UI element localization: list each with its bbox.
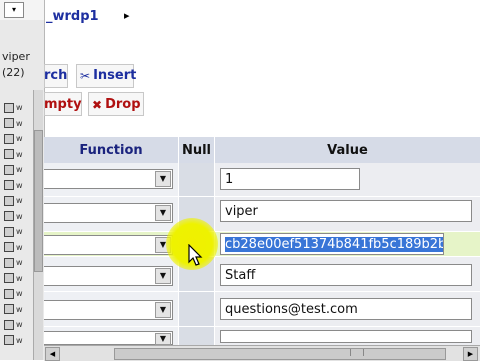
chevron-down-icon: ▼ <box>155 268 171 284</box>
table-icon <box>4 335 14 346</box>
sidebar-database-name[interactable]: viper <box>2 50 30 63</box>
sidebar-table-label: w <box>16 196 23 206</box>
table-icon <box>4 118 14 129</box>
sidebar-header: ▾ <box>0 0 44 20</box>
search-tab-label: rch <box>44 68 68 83</box>
insert-tab-label: Insert <box>93 68 137 83</box>
sidebar-table-label: w <box>16 118 23 128</box>
sidebar-table-count: (22) <box>2 66 25 79</box>
row-divider <box>44 231 480 232</box>
search-tab[interactable]: rch <box>44 68 67 83</box>
function-select[interactable]: ▼ <box>44 235 173 255</box>
sidebar-table-item[interactable]: w <box>4 286 23 302</box>
breadcrumb-table-name[interactable]: _wrdp1 <box>46 9 99 24</box>
left-sidebar: ▾ viper (22) w w w w w w w w w w w w w w… <box>0 0 45 360</box>
database-select[interactable]: ▾ <box>4 2 24 18</box>
table-icon <box>4 211 14 222</box>
sidebar-scrollbar-thumb[interactable] <box>34 130 43 272</box>
table-icon <box>4 257 14 268</box>
sidebar-table-item[interactable]: w <box>4 178 23 194</box>
sidebar-table-item[interactable]: w <box>4 255 23 271</box>
sidebar-table-label: w <box>16 103 23 113</box>
sidebar-table-label: w <box>16 258 23 268</box>
table-icon <box>4 319 14 330</box>
value-input-nicename[interactable]: Staff <box>220 264 472 286</box>
horizontal-scrollbar-thumb[interactable] <box>114 348 446 360</box>
value-input-password-text: cb28e00ef51374b841fb5c189b2b91c9 <box>225 237 443 252</box>
insert-icon: ✂ <box>80 68 91 83</box>
scrollbar-grip-icon <box>350 349 364 356</box>
sidebar-table-item[interactable]: w <box>4 193 23 209</box>
chevron-down-icon: ▼ <box>155 302 171 318</box>
empty-tab[interactable]: mpty <box>44 97 82 112</box>
table-icon <box>4 102 14 113</box>
drop-tab[interactable]: ✖ Drop <box>92 97 141 112</box>
sidebar-table-item[interactable]: w <box>4 224 23 240</box>
row-divider <box>44 326 480 327</box>
function-select[interactable]: ▼ <box>44 266 173 286</box>
chevron-down-icon: ▼ <box>155 333 171 345</box>
table-icon <box>4 164 14 175</box>
sidebar-table-item[interactable]: w <box>4 240 23 256</box>
row-divider <box>44 291 480 292</box>
table-icon <box>4 180 14 191</box>
sidebar-table-item[interactable]: w <box>4 100 23 116</box>
sidebar-table-item[interactable]: w <box>4 147 23 163</box>
scroll-left-icon[interactable]: ◀ <box>45 347 60 361</box>
table-icon <box>4 273 14 284</box>
sidebar-table-label: w <box>16 211 23 221</box>
function-select[interactable]: ▼ <box>44 331 173 345</box>
sidebar-table-label: w <box>16 335 23 345</box>
value-input-id[interactable]: 1 <box>220 168 360 190</box>
table-icon <box>4 149 14 160</box>
sidebar-table-item[interactable]: w <box>4 209 23 225</box>
sidebar-table-item[interactable]: w <box>4 271 23 287</box>
sidebar-table-label: w <box>16 320 23 330</box>
sidebar-table-label: w <box>16 289 23 299</box>
function-select[interactable]: ▼ <box>44 203 173 223</box>
sidebar-table-item[interactable]: w <box>4 317 23 333</box>
table-icon <box>4 242 14 253</box>
sidebar-table-label: w <box>16 273 23 283</box>
horizontal-scrollbar[interactable]: ◀ ▶ <box>44 345 480 361</box>
table-icon <box>4 288 14 299</box>
chevron-down-icon: ▼ <box>155 205 171 221</box>
header-value: Value <box>215 137 480 163</box>
function-select[interactable]: ▼ <box>44 300 173 320</box>
insert-tab[interactable]: ✂ Insert <box>80 68 136 83</box>
table-icon <box>4 195 14 206</box>
sidebar-table-item[interactable]: w <box>4 162 23 178</box>
sidebar-table-label: w <box>16 149 23 159</box>
sidebar-table-item[interactable]: w <box>4 116 23 132</box>
chevron-down-icon: ▼ <box>155 171 171 187</box>
drop-tab-label: Drop <box>105 97 141 112</box>
scroll-right-icon[interactable]: ▶ <box>463 347 478 361</box>
sidebar-table-label: w <box>16 165 23 175</box>
mouse-pointer-icon <box>188 244 203 266</box>
header-null: Null <box>179 137 214 163</box>
sidebar-table-label: w <box>16 227 23 237</box>
empty-tab-label: mpty <box>44 97 82 112</box>
function-select[interactable]: ▼ <box>44 169 173 189</box>
sidebar-table-item[interactable]: w <box>4 131 23 147</box>
sidebar-table-label: w <box>16 180 23 190</box>
sidebar-table-label: w <box>16 242 23 252</box>
value-input-email[interactable]: questions@test.com <box>220 298 472 320</box>
value-input-password[interactable]: cb28e00ef51374b841fb5c189b2b91c9 <box>220 233 444 255</box>
row-divider <box>44 196 480 197</box>
sidebar-table-label: w <box>16 304 23 314</box>
sidebar-table-label: w <box>16 134 23 144</box>
value-input-login[interactable]: viper <box>220 200 472 222</box>
row-divider <box>44 256 480 257</box>
header-function: Function <box>44 137 178 163</box>
table-icon <box>4 226 14 237</box>
table-icon <box>4 133 14 144</box>
value-input-url[interactable] <box>220 330 472 343</box>
sidebar-table-item[interactable]: w <box>4 302 23 318</box>
table-icon <box>4 304 14 315</box>
sidebar-table-item[interactable]: w <box>4 333 23 349</box>
drop-x-icon: ✖ <box>92 97 103 112</box>
breadcrumb-arrow-icon: ▸ <box>124 9 130 22</box>
sidebar-table-list: w w w w w w w w w w w w w w w w <box>4 100 23 348</box>
